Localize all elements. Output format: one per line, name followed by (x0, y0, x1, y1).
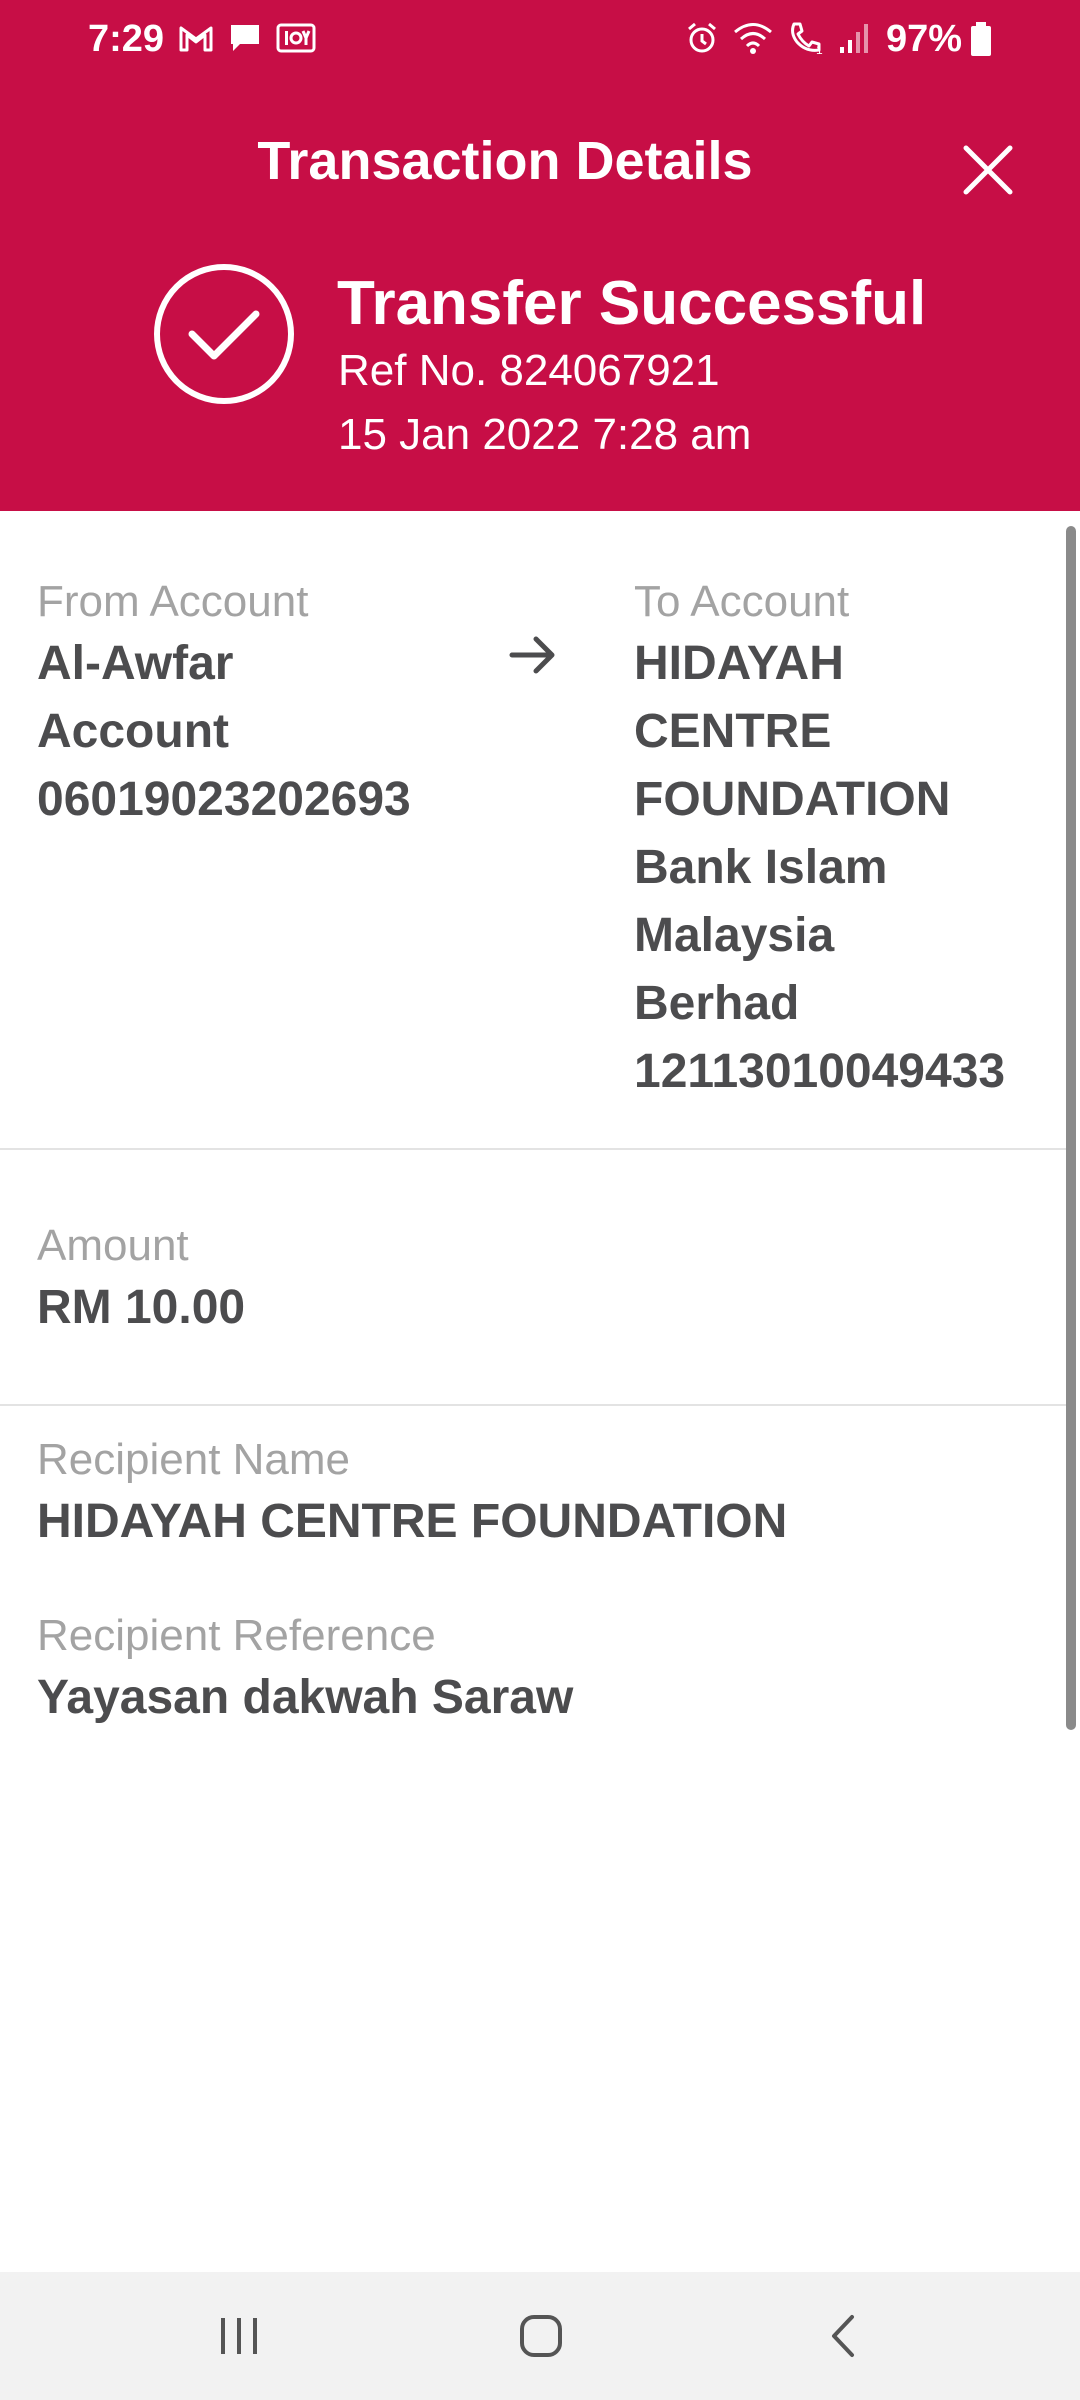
from-account-number: 06019023202693 (37, 773, 411, 826)
home-icon (520, 2315, 562, 2357)
back-button[interactable] (783, 2272, 903, 2400)
navigation-bar (0, 2272, 1080, 2400)
status-time: 7:29 (88, 18, 165, 60)
page-title: Transaction Details (257, 131, 753, 191)
close-icon (963, 145, 1013, 195)
recipient-name-value: HIDAYAH CENTRE FOUNDATION (37, 1495, 788, 1548)
transfer-status-title: Transfer Successful (337, 269, 927, 338)
from-account-line: Account (37, 705, 229, 758)
close-button[interactable] (958, 140, 1018, 200)
to-account-line: HIDAYAH (634, 637, 844, 690)
status-bar: 7:29 1 97% (0, 0, 1080, 80)
back-icon (832, 2315, 854, 2357)
to-account-line: CENTRE (634, 705, 832, 758)
recipient-reference-value: Yayasan dakwah Saraw (37, 1671, 574, 1724)
recipient-name-label: Recipient Name (37, 1435, 351, 1484)
recipient-reference-section: Recipient Reference Yayasan dakwah Saraw (37, 1608, 573, 1732)
check-circle-icon (154, 264, 294, 404)
amount-label: Amount (37, 1221, 189, 1270)
scrollbar[interactable] (1066, 526, 1076, 1730)
svg-text:1: 1 (816, 43, 823, 56)
transaction-details-screen: 7:29 1 97% Transaction Details Transfer … (0, 0, 1080, 2400)
reference-number: Ref No. 824067921 (338, 346, 720, 395)
to-account-label: To Account (634, 577, 850, 626)
from-account-label: From Account (37, 577, 309, 626)
amount-section: Amount RM 10.00 (37, 1218, 245, 1342)
wifi-calling-icon: 1 (791, 22, 823, 56)
to-account-section: To Account HIDAYAH CENTRE FOUNDATION Ban… (634, 574, 1054, 1106)
gmail-icon (179, 26, 213, 52)
to-account-number: 12113010049433 (634, 1045, 1006, 1098)
alarm-icon (688, 22, 716, 53)
header: 7:29 1 97% Transaction Details Transfer … (0, 0, 1080, 511)
message-icon (231, 25, 259, 51)
wifi-icon (734, 23, 772, 54)
recent-apps-button[interactable] (179, 2272, 299, 2400)
to-account-line: FOUNDATION (634, 773, 951, 826)
amount-value: RM 10.00 (37, 1281, 246, 1334)
divider (0, 1148, 1066, 1150)
to-account-bank: Bank Islam (634, 841, 888, 894)
battery-icon (971, 22, 991, 56)
iqiyi-icon (276, 23, 316, 53)
signal-icon (840, 24, 868, 53)
transaction-datetime: 15 Jan 2022 7:28 am (338, 410, 752, 459)
from-account-line: Al-Awfar (37, 637, 234, 690)
home-button[interactable] (481, 2272, 601, 2400)
recipient-name-section: Recipient Name HIDAYAH CENTRE FOUNDATION (37, 1432, 787, 1556)
recipient-reference-label: Recipient Reference (37, 1611, 436, 1660)
divider (0, 1404, 1066, 1406)
battery-percent: 97% (885, 18, 962, 60)
to-account-bank: Malaysia (634, 909, 835, 962)
to-account-bank: Berhad (634, 977, 800, 1030)
recent-apps-icon (221, 2318, 257, 2354)
arrow-right-icon (509, 636, 555, 674)
from-account-section: From Account Al-Awfar Account 0601902320… (37, 574, 457, 834)
